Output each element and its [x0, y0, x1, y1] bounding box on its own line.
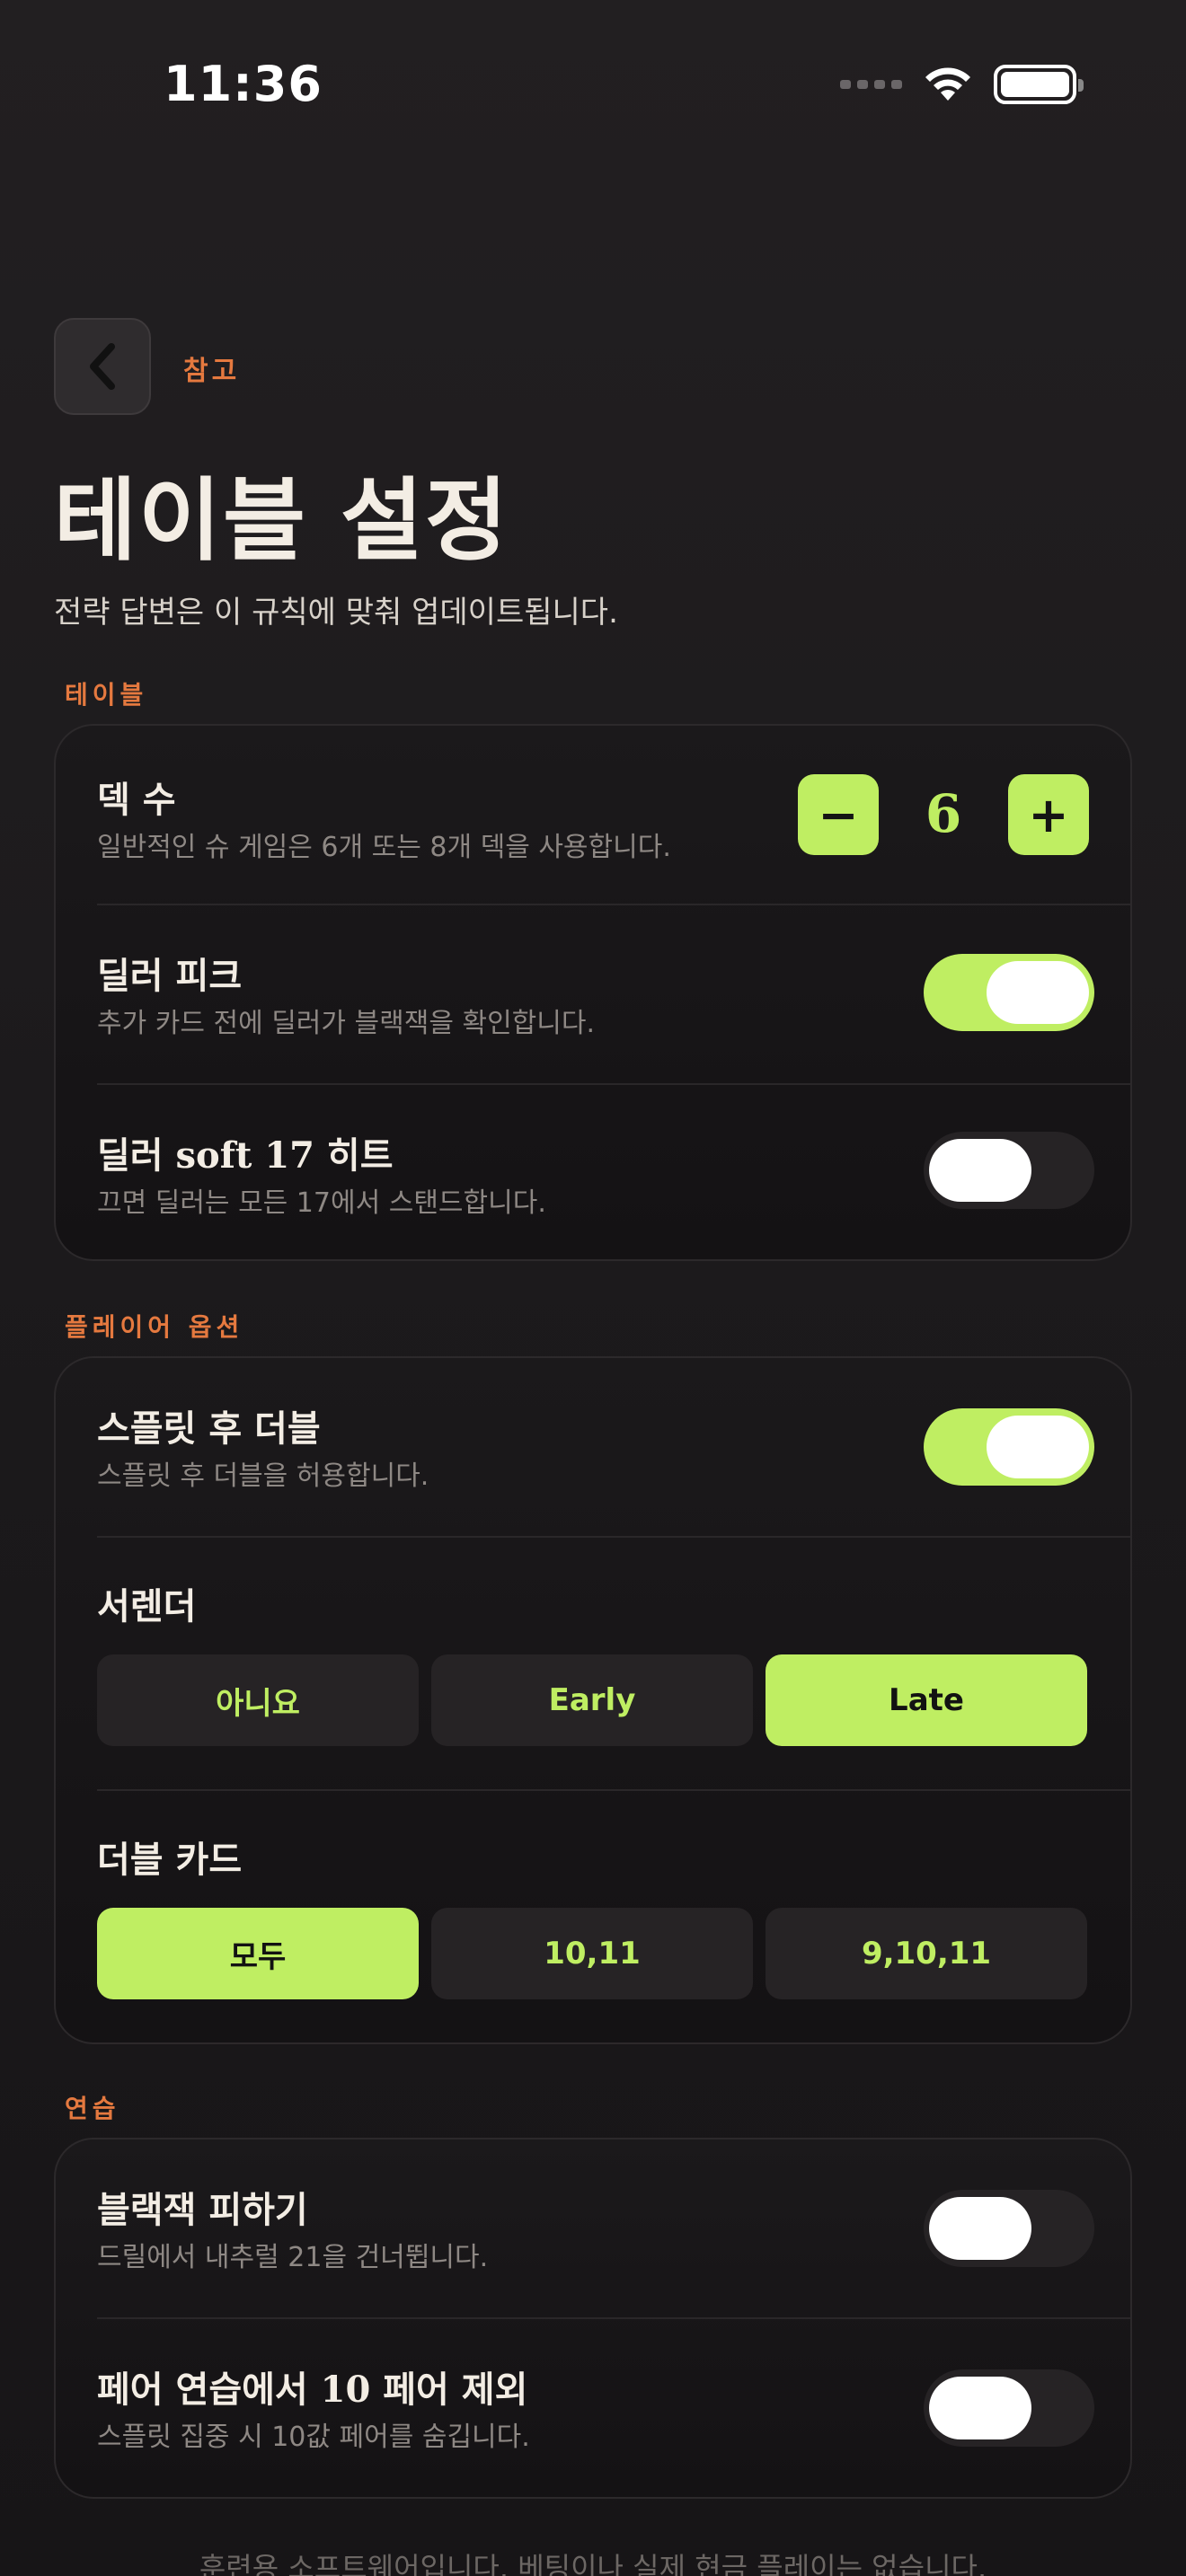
double-after-split-toggle[interactable]: [924, 1408, 1094, 1486]
footer-note: 훈련용 소프트웨어입니다. 베팅이나 실제 현금 플레이는 없습니다.: [199, 2551, 987, 2576]
page-subtitle: 전략 답변은 이 규칙에 맞춰 업데이트됩니다.: [54, 595, 618, 631]
chevron-left-icon: [90, 343, 115, 390]
deck-count-desc: 일반적인 슈 게임은 6개 또는 8개 덱을 사용합니다.: [97, 832, 671, 863]
double-cards-option-all[interactable]: 모두: [97, 1908, 419, 1999]
deck-count-value: 6: [925, 783, 962, 844]
dealer-soft17-desc: 끄면 딜러는 모든 17에서 스탠드합니다.: [97, 1187, 546, 1219]
double-after-split-row: 스플릿 후 더블 스플릿 후 더블을 허용합니다.: [56, 1358, 1130, 1536]
double-cards-option-9-10-11[interactable]: 9,10,11: [766, 1908, 1087, 1999]
skip-blackjack-toggle[interactable]: [924, 2190, 1094, 2267]
dealer-soft17-toggle[interactable]: [924, 1132, 1094, 1209]
surrender-option-early[interactable]: Early: [431, 1654, 753, 1746]
surrender-title: 서렌더: [97, 1586, 197, 1628]
back-button[interactable]: [54, 318, 151, 415]
practice-card: 블랙잭 피하기 드릴에서 내추럴 21을 건너뜁니다. 페어 연습에서 10 페…: [54, 2138, 1132, 2499]
exclude-ten-pairs-toggle[interactable]: [924, 2369, 1094, 2447]
double-cards-option-10-11[interactable]: 10,11: [431, 1908, 753, 1999]
deck-count-title: 덱 수: [97, 780, 176, 821]
surrender-option-late[interactable]: Late: [766, 1654, 1087, 1746]
skip-blackjack-desc: 드릴에서 내추럴 21을 건너뜁니다.: [97, 2242, 489, 2273]
deck-count-row: 덱 수 일반적인 슈 게임은 6개 또는 8개 덱을 사용합니다. − 6 +: [56, 726, 1130, 904]
surrender-option-no[interactable]: 아니요: [97, 1654, 419, 1746]
wifi-icon: [925, 67, 970, 101]
player-options-card: 스플릿 후 더블 스플릿 후 더블을 허용합니다. 서렌더 아니요 Early …: [54, 1356, 1132, 2044]
section-label-player-options: 플레이어 옵션: [65, 1312, 244, 1342]
double-after-split-title: 스플릿 후 더블: [97, 1408, 321, 1450]
double-cards-title: 더블 카드: [97, 1839, 243, 1881]
skip-blackjack-row: 블랙잭 피하기 드릴에서 내추럴 21을 건너뜁니다.: [56, 2139, 1130, 2317]
dealer-peek-toggle[interactable]: [924, 954, 1094, 1031]
section-label-table: 테이블: [65, 680, 148, 710]
table-settings-card: 덱 수 일반적인 슈 게임은 6개 또는 8개 덱을 사용합니다. − 6 + …: [54, 724, 1132, 1261]
page-title: 테이블 설정: [54, 468, 509, 573]
exclude-ten-pairs-title: 페어 연습에서 10 페어 제외: [97, 2369, 528, 2411]
cellular-signal-icon: [840, 80, 902, 89]
double-after-split-desc: 스플릿 후 더블을 허용합니다.: [97, 1460, 429, 1492]
dealer-soft17-row: 딜러 soft 17 히트 끄면 딜러는 모든 17에서 스탠드합니다.: [56, 1085, 1130, 1259]
increment-button[interactable]: +: [1008, 774, 1089, 855]
skip-blackjack-title: 블랙잭 피하기: [97, 2190, 308, 2231]
dealer-peek-desc: 추가 카드 전에 딜러가 블랙잭을 확인합니다.: [97, 1008, 596, 1039]
dealer-peek-title: 딜러 피크: [97, 956, 243, 997]
section-label-practice: 연습: [65, 2094, 120, 2123]
status-icons: [840, 65, 1084, 104]
dealer-peek-row: 딜러 피크 추가 카드 전에 딜러가 블랙잭을 확인합니다.: [56, 905, 1130, 1083]
table-settings-screen: 11:36 참고 테이블 설정 전략 답변은 이 규칙에 맞춰 업데이트됩니다.…: [0, 0, 1186, 2576]
battery-icon: [994, 65, 1084, 104]
exclude-ten-pairs-desc: 스플릿 집중 시 10값 페어를 숨깁니다.: [97, 2422, 530, 2453]
double-cards-row: 더블 카드 모두 10,11 9,10,11: [56, 1791, 1130, 2042]
status-time: 11:36: [164, 56, 323, 112]
exclude-ten-pairs-row: 페어 연습에서 10 페어 제외 스플릿 집중 시 10값 페어를 숨깁니다.: [56, 2319, 1130, 2497]
back-label[interactable]: 참고: [183, 348, 240, 388]
surrender-row: 서렌더 아니요 Early Late: [56, 1538, 1130, 1789]
dealer-soft17-title: 딜러 soft 17 히트: [97, 1134, 394, 1177]
decrement-button[interactable]: −: [798, 774, 879, 855]
